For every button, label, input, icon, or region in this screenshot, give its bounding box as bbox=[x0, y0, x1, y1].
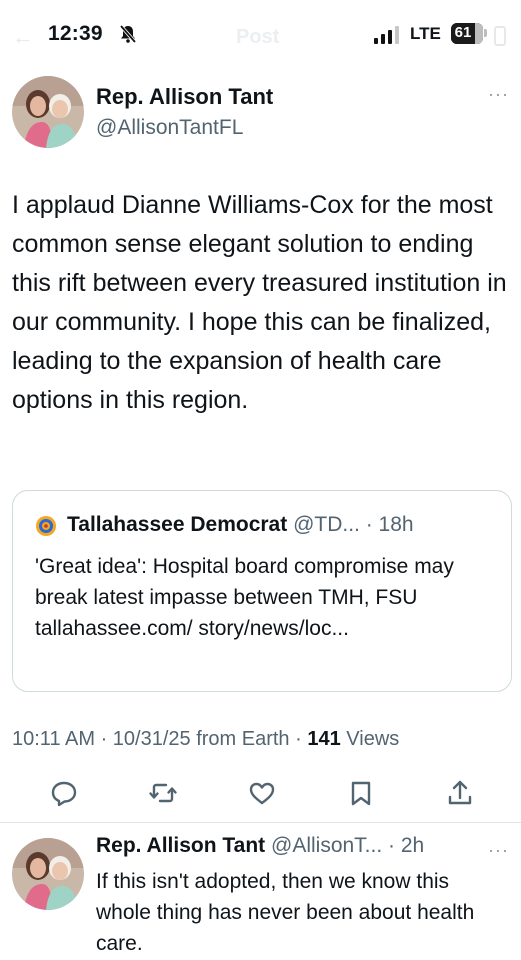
ghost-icon bbox=[494, 26, 506, 46]
battery-icon: 61 bbox=[451, 23, 483, 44]
bell-muted-icon bbox=[119, 24, 137, 44]
repost-icon[interactable] bbox=[148, 778, 178, 808]
share-icon[interactable] bbox=[445, 778, 475, 808]
reply-text: If this isn't adopted, then we know this… bbox=[96, 870, 475, 955]
status-bar: ← Post 12:39 LTE 61 bbox=[0, 0, 521, 70]
action-bar bbox=[0, 776, 521, 812]
avatar[interactable] bbox=[12, 76, 84, 148]
network-type: LTE bbox=[410, 24, 441, 43]
reply-more-options-icon[interactable]: ··· bbox=[488, 840, 509, 861]
header-title: Post bbox=[236, 26, 280, 48]
quoted-source-meta: @TD... · 18h bbox=[287, 513, 414, 536]
battery-percent: 61 bbox=[454, 24, 472, 41]
quoted-post-card[interactable]: Tallahassee Democrat @TD... · 18h 'Great… bbox=[12, 490, 512, 692]
quoted-source-name[interactable]: Tallahassee Democrat bbox=[67, 513, 287, 536]
like-icon[interactable] bbox=[247, 778, 277, 808]
author-name[interactable]: Rep. Allison Tant bbox=[96, 84, 273, 110]
divider bbox=[0, 822, 521, 823]
author-handle[interactable]: @AllisonTantFL bbox=[96, 116, 243, 140]
reply-icon[interactable] bbox=[49, 778, 79, 808]
quoted-source: Tallahassee Democrat @TD... · 18h bbox=[67, 513, 414, 537]
post-timestamp: 10:11 AM · 10/31/25 from Earth · bbox=[12, 728, 308, 750]
status-time: 12:39 bbox=[48, 22, 103, 45]
publisher-logo-icon bbox=[36, 516, 56, 536]
views-label: Views bbox=[340, 728, 400, 750]
bookmark-icon[interactable] bbox=[346, 778, 376, 808]
back-button[interactable]: ← bbox=[12, 24, 34, 50]
reply-header: Rep. Allison Tant @AllisonT... · 2h bbox=[96, 834, 424, 858]
signal-icon bbox=[374, 26, 399, 44]
reply-author-name[interactable]: Rep. Allison Tant bbox=[96, 834, 265, 857]
battery-cap bbox=[484, 29, 487, 37]
post-text: I applaud Dianne Williams-Cox for the mo… bbox=[12, 191, 507, 414]
reply-avatar[interactable] bbox=[12, 838, 84, 910]
more-options-icon[interactable]: ··· bbox=[488, 84, 509, 105]
post-meta: 10:11 AM · 10/31/25 from Earth · 141 Vie… bbox=[12, 728, 399, 751]
views-count: 141 bbox=[307, 728, 341, 750]
quoted-text: 'Great idea': Hospital board compromise … bbox=[35, 555, 454, 640]
reply-meta: @AllisonT... · 2h bbox=[265, 834, 425, 857]
